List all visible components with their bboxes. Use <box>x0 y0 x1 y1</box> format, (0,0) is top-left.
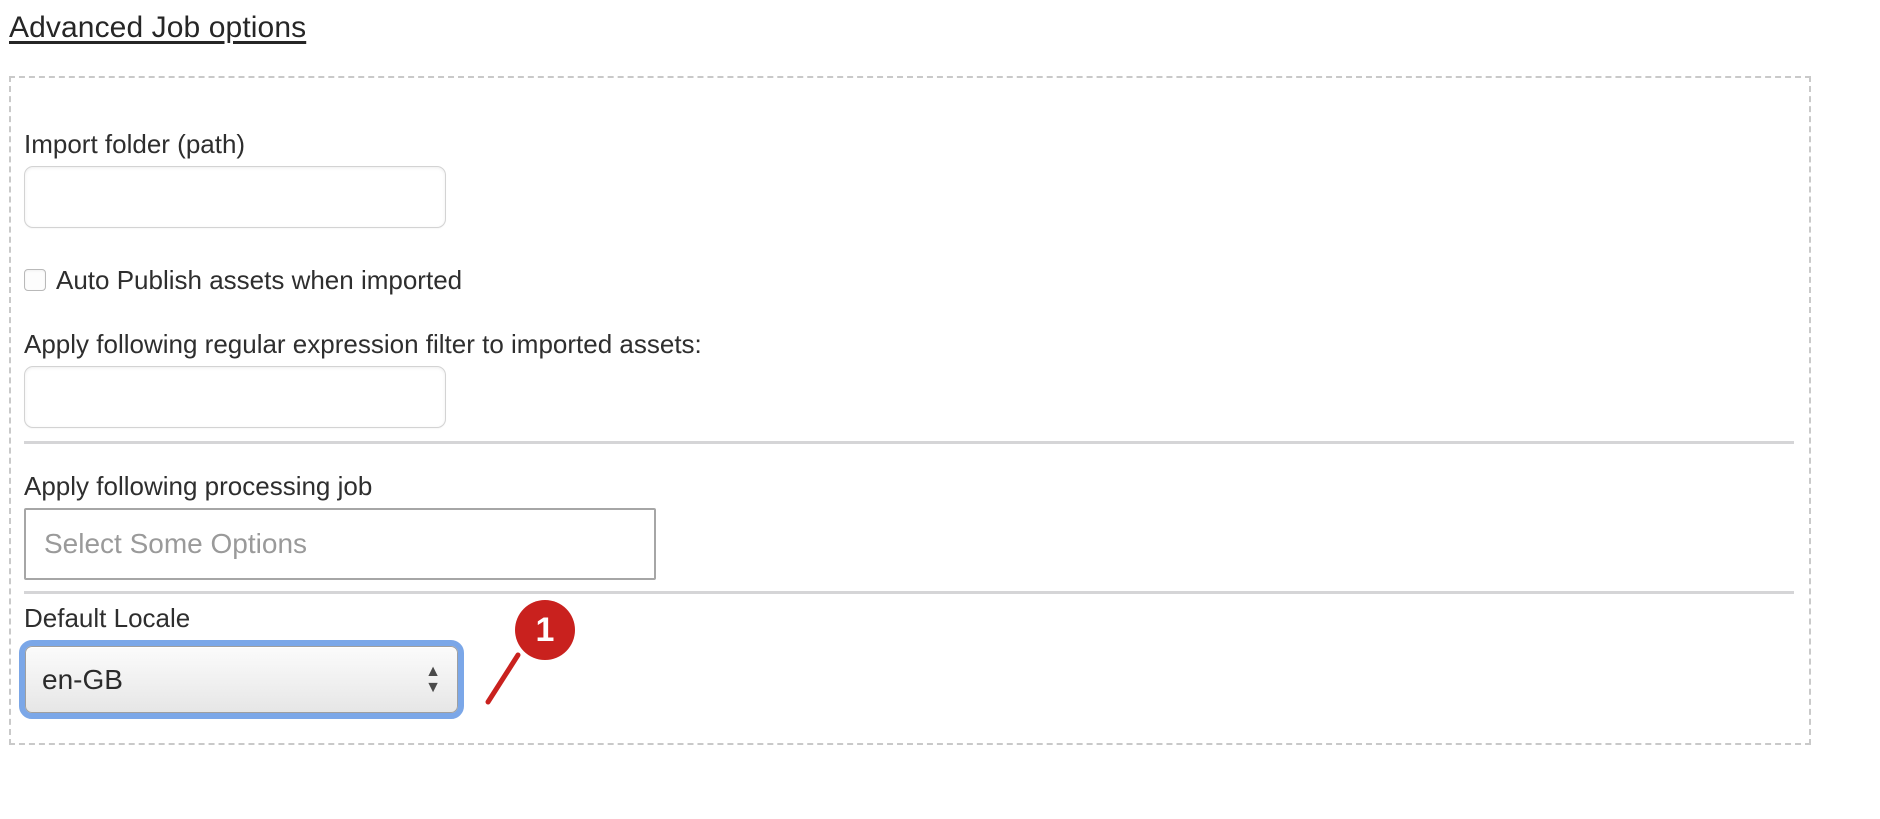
default-locale-value: en-GB <box>42 663 123 695</box>
section-divider-1 <box>24 441 1794 444</box>
regex-filter-input[interactable] <box>24 366 446 428</box>
processing-job-placeholder: Select Some Options <box>44 528 308 559</box>
auto-publish-checkbox-row[interactable]: Auto Publish assets when imported <box>24 265 462 295</box>
section-divider-2 <box>24 591 1794 594</box>
import-folder-label: Import folder (path) <box>24 129 246 159</box>
regex-filter-label: Apply following regular expression filte… <box>24 329 702 359</box>
chevron-up-icon: ▲ <box>425 663 441 680</box>
processing-job-label: Apply following processing job <box>24 471 373 501</box>
default-locale-label: Default Locale <box>24 603 191 633</box>
auto-publish-label: Auto Publish assets when imported <box>56 265 463 295</box>
default-locale-select[interactable]: en-GB ▲ ▼ <box>25 646 458 713</box>
select-stepper-arrows-icon[interactable]: ▲ ▼ <box>425 663 441 696</box>
auto-publish-checkbox[interactable] <box>24 269 46 291</box>
import-folder-input[interactable] <box>24 166 446 228</box>
advanced-job-options-page: Advanced Job options Import folder (path… <box>0 0 1880 819</box>
processing-job-multiselect[interactable]: Select Some Options <box>24 508 656 580</box>
page-title: Advanced Job options <box>9 11 307 44</box>
chevron-down-icon: ▼ <box>425 679 441 696</box>
